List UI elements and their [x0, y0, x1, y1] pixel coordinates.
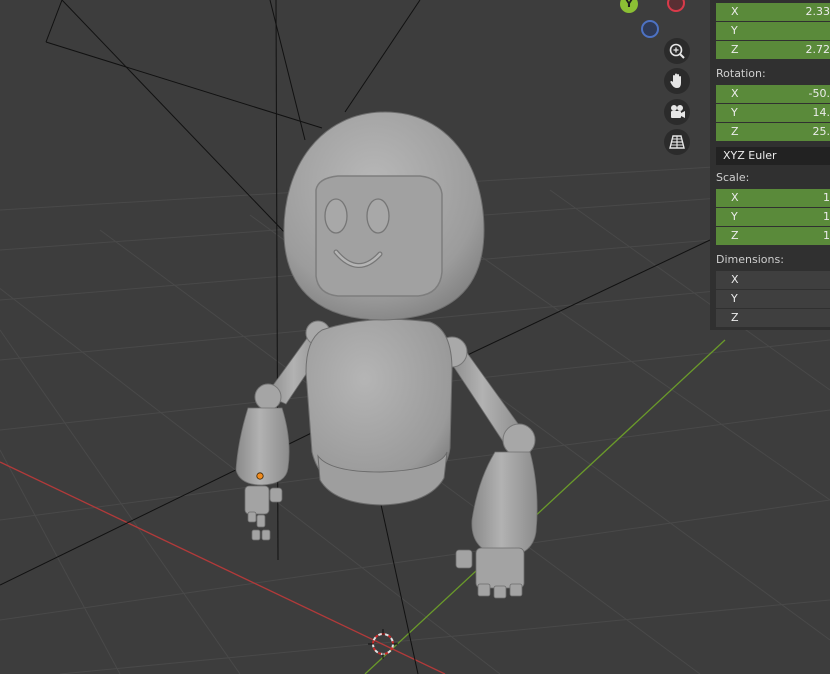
dimensions-z-axis: Z: [731, 311, 739, 324]
camera-view-button[interactable]: [664, 99, 690, 125]
scale-z-field[interactable]: Z 1: [716, 227, 830, 245]
robot-left-hand[interactable]: [244, 485, 283, 541]
scale-y-field[interactable]: Y 1: [716, 208, 830, 226]
rotation-mode-value: XYZ Euler: [723, 149, 777, 162]
robot-left-elbow[interactable]: [254, 383, 282, 411]
pan-button[interactable]: [664, 68, 690, 94]
dimensions-x-field[interactable]: X: [716, 271, 830, 289]
location-x-field[interactable]: X 2.33: [716, 3, 830, 21]
location-y-axis: Y: [731, 24, 738, 37]
robot-right-elbow[interactable]: [502, 423, 536, 457]
rotation-mode-dropdown[interactable]: XYZ Euler: [716, 147, 830, 165]
3d-viewport[interactable]: Y X 2.33 Y Z 2.72 Rotation: X -50. Y 14.…: [0, 0, 830, 674]
scale-z-value: 1: [823, 229, 830, 242]
rotation-y-axis: Y: [731, 106, 738, 119]
zoom-icon: [669, 43, 685, 59]
perspective-grid-button[interactable]: [664, 129, 690, 155]
dimensions-label: Dimensions:: [716, 253, 784, 266]
dimensions-y-axis: Y: [731, 292, 738, 305]
robot-left-forearm[interactable]: [235, 407, 290, 486]
selected-origin-point[interactable]: [256, 472, 264, 480]
location-z-value: 2.72: [805, 43, 830, 56]
location-x-value: 2.33: [805, 5, 830, 18]
robot-right-eye: [366, 198, 390, 234]
scale-y-axis: Y: [731, 210, 738, 223]
rotation-y-field[interactable]: Y 14.: [716, 104, 830, 122]
rotation-z-value: 25.: [812, 125, 830, 138]
scale-x-value: 1: [823, 191, 830, 204]
scale-x-field[interactable]: X 1: [716, 189, 830, 207]
robot-face-screen[interactable]: [315, 175, 443, 297]
robot-right-forearm[interactable]: [471, 451, 538, 557]
dimensions-z-field[interactable]: Z: [716, 309, 830, 327]
rotation-x-axis: X: [731, 87, 739, 100]
rotation-x-field[interactable]: X -50.: [716, 85, 830, 103]
dimensions-x-axis: X: [731, 273, 739, 286]
rotation-x-value: -50.: [808, 87, 830, 100]
gizmo-y-label: Y: [625, 0, 633, 10]
gizmo-z-axis[interactable]: [641, 20, 659, 38]
rotation-y-value: 14.: [812, 106, 830, 119]
rotation-label: Rotation:: [716, 67, 766, 80]
location-z-field[interactable]: Z 2.72: [716, 41, 830, 59]
robot-model[interactable]: [235, 111, 538, 599]
scale-x-axis: X: [731, 191, 739, 204]
scale-label: Scale:: [716, 171, 750, 184]
zoom-button[interactable]: [664, 38, 690, 64]
grid-toggle-icon: [669, 135, 685, 149]
rotation-z-axis: Z: [731, 125, 739, 138]
robot-right-hand[interactable]: [455, 547, 525, 599]
scale-z-axis: Z: [731, 229, 739, 242]
location-z-axis: Z: [731, 43, 739, 56]
location-x-axis: X: [731, 5, 739, 18]
robot-left-eye: [324, 198, 348, 234]
rotation-z-field[interactable]: Z 25.: [716, 123, 830, 141]
hand-pan-icon: [670, 73, 681, 88]
scale-y-value: 1: [823, 210, 830, 223]
camera-icon: [671, 105, 685, 118]
location-y-field[interactable]: Y: [716, 22, 830, 40]
viewport-scene[interactable]: [0, 0, 830, 674]
dimensions-y-field[interactable]: Y: [716, 290, 830, 308]
